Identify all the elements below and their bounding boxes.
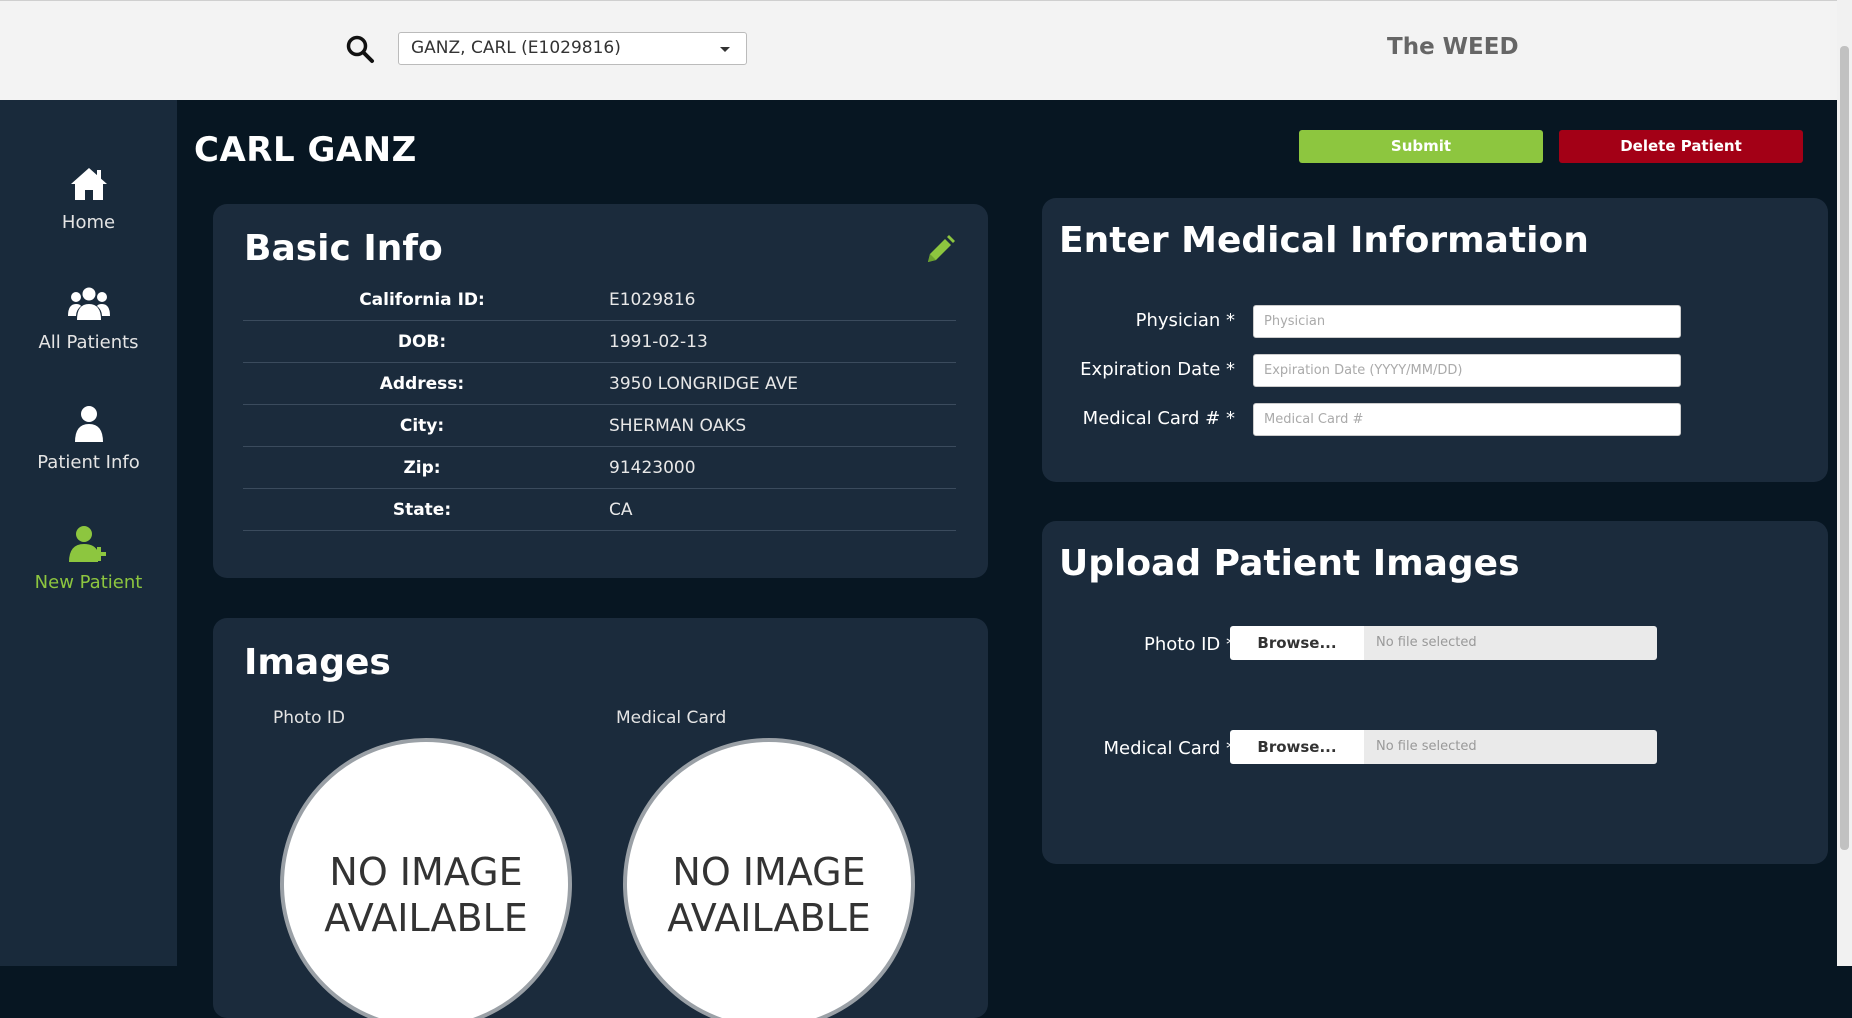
basic-info-title: Basic Info xyxy=(244,228,443,269)
medical-card-browse-button[interactable]: Browse... xyxy=(1230,730,1364,764)
sidebar: Home All Patients Patient Info New Patie… xyxy=(0,100,177,966)
home-icon xyxy=(70,168,107,200)
sidebar-item-label: New Patient xyxy=(34,572,143,593)
sidebar-item-label: Patient Info xyxy=(37,452,140,473)
page-scrollbar[interactable] xyxy=(1837,0,1852,966)
info-row-state: State: CA xyxy=(243,488,956,531)
user-plus-icon xyxy=(68,526,106,562)
upload-images-card: Upload Patient Images Photo ID * Browse.… xyxy=(1042,521,1828,864)
info-row-zip: Zip: 91423000 xyxy=(243,446,956,489)
info-label: Zip: xyxy=(403,458,441,478)
patient-select-value: GANZ, CARL (E1029816) xyxy=(411,38,621,58)
info-row-city: City: SHERMAN OAKS xyxy=(243,404,956,447)
top-bar: GANZ, CARL (E1029816) The WEED xyxy=(0,0,1837,100)
physician-input[interactable]: Physician xyxy=(1253,305,1681,338)
info-value: SHERMAN OAKS xyxy=(609,416,747,436)
patient-name-title: CARL GANZ xyxy=(194,130,417,170)
info-value: CA xyxy=(609,500,633,520)
info-label: California ID: xyxy=(359,290,485,310)
scrollbar-thumb[interactable] xyxy=(1840,46,1849,850)
sidebar-item-label: Home xyxy=(61,212,116,233)
no-image-text: NO IMAGE xyxy=(672,850,866,894)
delete-patient-button[interactable]: Delete Patient xyxy=(1559,130,1803,163)
expiration-date-input[interactable]: Expiration Date (YYYY/MM/DD) xyxy=(1253,354,1681,387)
medical-card-upload-label: Medical Card * xyxy=(1103,738,1235,759)
info-label: State: xyxy=(392,500,452,520)
photo-id-placeholder-image: NO IMAGE AVAILABLE xyxy=(280,738,572,1018)
info-value: E1029816 xyxy=(609,290,696,310)
info-row-dob: DOB: 1991-02-13 xyxy=(243,320,956,363)
caret-down-icon xyxy=(720,47,730,52)
users-icon xyxy=(67,287,110,320)
medical-card-number-label: Medical Card # * xyxy=(1082,408,1235,429)
info-label: City: xyxy=(399,416,445,436)
no-image-text: AVAILABLE xyxy=(324,896,528,940)
patient-select[interactable]: GANZ, CARL (E1029816) xyxy=(398,32,747,65)
sidebar-item-patient-info[interactable]: Patient Info xyxy=(0,404,177,473)
search-icon[interactable] xyxy=(345,34,375,64)
info-value: 91423000 xyxy=(609,458,696,478)
physician-label: Physician * xyxy=(1135,310,1235,331)
medical-card-label: Medical Card xyxy=(616,708,727,728)
basic-info-card: Basic Info California ID: E1029816 DOB: … xyxy=(213,204,988,578)
info-row-california-id: California ID: E1029816 xyxy=(243,278,956,321)
photo-id-file-name: No file selected xyxy=(1364,626,1657,660)
submit-button[interactable]: Submit xyxy=(1299,130,1543,163)
expiration-date-label: Expiration Date * xyxy=(1080,359,1235,380)
medical-card-file-name: No file selected xyxy=(1364,730,1657,764)
info-row-address: Address: 3950 LONGRIDGE AVE xyxy=(243,362,956,405)
medical-card-placeholder-image: NO IMAGE AVAILABLE xyxy=(623,738,915,1018)
photo-id-label: Photo ID xyxy=(273,708,346,728)
sidebar-item-new-patient[interactable]: New Patient xyxy=(0,524,177,593)
no-image-text: AVAILABLE xyxy=(667,896,871,940)
medical-card-number-input[interactable]: Medical Card # xyxy=(1253,403,1681,436)
medical-info-card: Enter Medical Information Physician * Ph… xyxy=(1042,198,1828,482)
sidebar-item-home[interactable]: Home xyxy=(0,164,177,233)
app-title: The WEED xyxy=(1387,34,1519,60)
medical-info-title: Enter Medical Information xyxy=(1059,220,1589,261)
images-title: Images xyxy=(244,642,391,683)
upload-images-title: Upload Patient Images xyxy=(1059,543,1520,584)
pencil-edit-icon[interactable] xyxy=(924,234,956,266)
photo-id-upload-label: Photo ID * xyxy=(1144,634,1235,655)
photo-id-browse-button[interactable]: Browse... xyxy=(1230,626,1364,660)
images-card: Images Photo ID Medical Card NO IMAGE AVA… xyxy=(213,618,988,1018)
no-image-text: NO IMAGE xyxy=(329,850,523,894)
sidebar-item-label: All Patients xyxy=(38,332,139,353)
info-value: 1991-02-13 xyxy=(609,332,708,352)
info-value: 3950 LONGRIDGE AVE xyxy=(609,374,798,394)
sidebar-item-all-patients[interactable]: All Patients xyxy=(0,284,177,353)
info-label: Address: xyxy=(379,374,465,394)
user-icon xyxy=(74,406,103,442)
info-label: DOB: xyxy=(397,332,447,352)
